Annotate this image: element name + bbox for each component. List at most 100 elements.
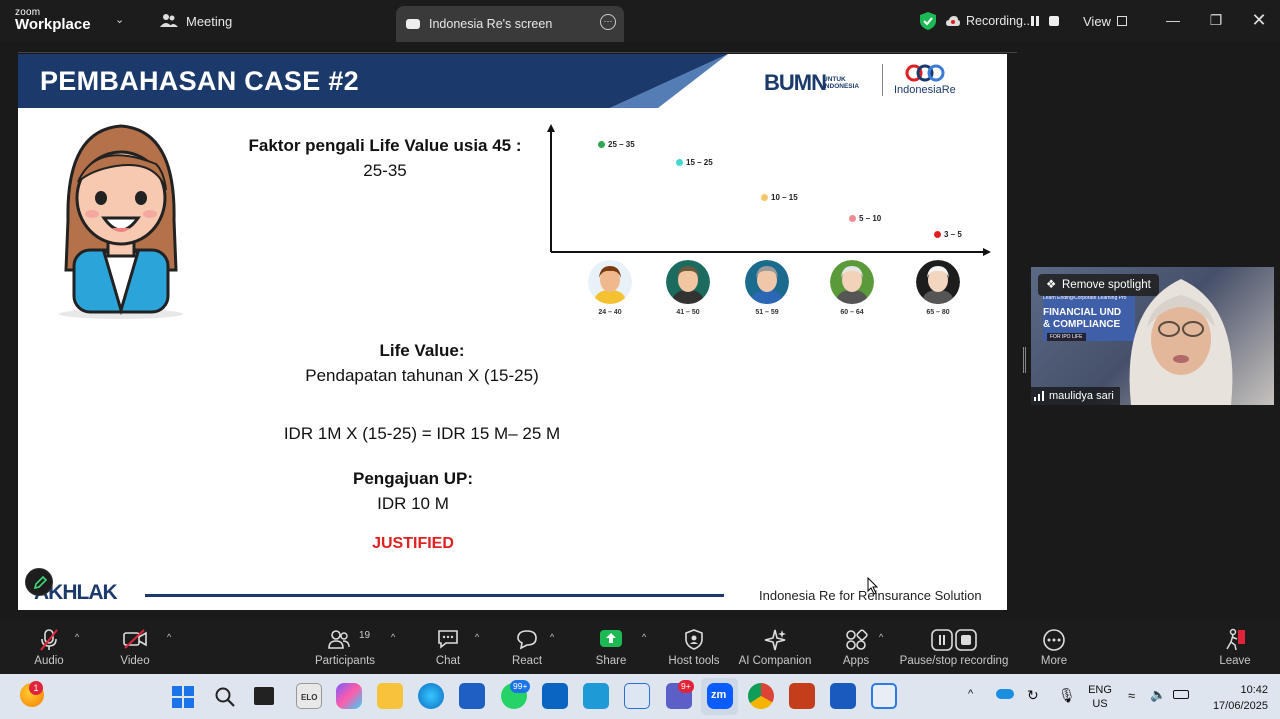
react-label: React bbox=[511, 655, 543, 667]
minimize-button[interactable]: — bbox=[1160, 8, 1186, 32]
annotate-button[interactable] bbox=[25, 568, 53, 596]
word-icon[interactable] bbox=[830, 683, 856, 709]
audio-options-chevron-icon[interactable]: ^ bbox=[75, 632, 79, 642]
host-tools-button[interactable]: Host tools bbox=[666, 620, 722, 674]
clock[interactable]: 10:42 17/06/2025 bbox=[1200, 682, 1268, 714]
mouse-cursor-icon bbox=[867, 577, 879, 595]
pause-stop-recording-button[interactable]: Pause/stop recording bbox=[898, 620, 1010, 674]
bumn-logo-sub: UNTUK INDONESIA bbox=[823, 76, 860, 90]
pen-tool-app-icon[interactable] bbox=[624, 683, 650, 709]
react-icon bbox=[517, 630, 537, 650]
indonesiare-logo-icon bbox=[905, 64, 945, 82]
zoom-logo: Workplace bbox=[15, 16, 91, 33]
powerpoint-icon[interactable] bbox=[789, 683, 815, 709]
pause-icon bbox=[1036, 16, 1039, 26]
recording-status[interactable]: Recording... bbox=[946, 0, 1033, 42]
video-button[interactable]: Video bbox=[112, 620, 158, 674]
view-button[interactable]: View bbox=[1083, 0, 1127, 42]
close-button[interactable]: ✕ bbox=[1246, 8, 1272, 32]
pengajuan-value: IDR 10 M bbox=[377, 494, 449, 513]
ai-companion-button[interactable]: AI Companion bbox=[737, 620, 813, 674]
chat-button[interactable]: Chat bbox=[428, 620, 468, 674]
chart-point bbox=[849, 215, 856, 222]
more-icon bbox=[1043, 629, 1065, 651]
share-button[interactable]: Share bbox=[591, 620, 631, 674]
app-menu-chevron-icon[interactable]: ⌄ bbox=[115, 13, 124, 26]
share-options-chevron-icon[interactable]: ^ bbox=[642, 632, 646, 642]
chat-icon bbox=[438, 630, 458, 649]
share-screen-icon bbox=[600, 630, 622, 647]
host-shield-icon bbox=[685, 629, 703, 650]
snipping-tool-icon[interactable] bbox=[871, 683, 897, 709]
age-group-label: 24 – 40 bbox=[598, 309, 622, 316]
life-value-formula: Pendapatan tahunan X (15-25) bbox=[305, 366, 539, 385]
onedrive-icon[interactable] bbox=[996, 689, 1014, 699]
video-bg-title1: FINANCIAL UND bbox=[1043, 307, 1122, 318]
tray-overflow-chevron-icon[interactable]: ^ bbox=[968, 688, 973, 700]
windows-start-icon[interactable] bbox=[171, 685, 195, 709]
host-tools-label: Host tools bbox=[668, 655, 720, 667]
shared-screen-tab[interactable]: Indonesia Re's screen ··· bbox=[396, 6, 624, 42]
participants-button[interactable]: 19 Participants bbox=[312, 620, 378, 674]
stop-icon bbox=[1049, 16, 1059, 26]
restore-button[interactable]: ❐ bbox=[1203, 8, 1229, 32]
apps-options-chevron-icon[interactable]: ^ bbox=[879, 632, 883, 642]
chat-options-chevron-icon[interactable]: ^ bbox=[475, 632, 479, 642]
leave-button[interactable]: Leave bbox=[1215, 620, 1255, 674]
remove-spotlight-button[interactable]: ❖ Remove spotlight bbox=[1038, 274, 1159, 296]
wifi-icon[interactable]: ≈ bbox=[1128, 688, 1135, 703]
language-indicator[interactable]: ENG US bbox=[1087, 683, 1113, 711]
battery-icon[interactable] bbox=[1173, 690, 1189, 699]
elo-app-icon[interactable]: ELO bbox=[296, 683, 322, 709]
calculator-app-icon[interactable] bbox=[583, 683, 609, 709]
signal-icon bbox=[1034, 391, 1046, 401]
meeting-tab[interactable]: Meeting bbox=[160, 0, 232, 42]
task-view-icon[interactable] bbox=[254, 687, 274, 705]
footer-line bbox=[145, 594, 724, 597]
zoom-taskbar-icon[interactable]: zm bbox=[707, 683, 733, 709]
video-bg-title2: & COMPLIANCE bbox=[1043, 319, 1121, 330]
participants-options-chevron-icon[interactable]: ^ bbox=[391, 632, 395, 642]
edge-browser-icon[interactable] bbox=[418, 683, 444, 709]
logo-divider bbox=[882, 64, 883, 96]
volume-icon[interactable]: 🔈 bbox=[1150, 687, 1166, 703]
sync-icon[interactable]: ↻ bbox=[1027, 687, 1039, 704]
file-explorer-icon[interactable] bbox=[377, 683, 403, 709]
cloud-record-icon bbox=[946, 16, 960, 26]
stop-recording-button[interactable] bbox=[1049, 0, 1059, 42]
more-options-icon[interactable]: ··· bbox=[600, 14, 616, 30]
audio-label: Audio bbox=[34, 655, 64, 667]
pause-recording-button[interactable] bbox=[1031, 0, 1039, 42]
panel-resize-handle[interactable] bbox=[1023, 347, 1026, 373]
security-indicator[interactable] bbox=[920, 0, 936, 42]
slide-title: PEMBAHASAN CASE #2 bbox=[40, 66, 359, 96]
life-value-heading: Life Value: bbox=[379, 341, 465, 360]
screen-share-icon bbox=[406, 19, 420, 29]
chart-point-label: 15 – 25 bbox=[686, 158, 713, 167]
outlook-icon[interactable] bbox=[542, 683, 568, 709]
react-options-chevron-icon[interactable]: ^ bbox=[550, 632, 554, 642]
weather-badge: 1 bbox=[29, 681, 43, 695]
chart-point-label: 5 – 10 bbox=[859, 214, 882, 223]
age-group-label: 51 – 59 bbox=[755, 309, 779, 316]
audio-button[interactable]: Audio bbox=[26, 620, 72, 674]
chart-point-label: 10 – 15 bbox=[771, 193, 798, 202]
copilot-icon[interactable] bbox=[336, 683, 362, 709]
react-button[interactable]: React bbox=[507, 620, 547, 674]
microphone-tray-icon[interactable]: 🎙 bbox=[1058, 687, 1076, 704]
chart-point-label: 3 – 5 bbox=[944, 230, 962, 239]
ai-sparkle-icon bbox=[764, 629, 786, 651]
chrome-icon[interactable] bbox=[748, 683, 774, 709]
age-group-face-icon bbox=[588, 260, 632, 304]
video-options-chevron-icon[interactable]: ^ bbox=[167, 632, 171, 642]
pen-icon bbox=[33, 575, 48, 590]
more-button[interactable]: More bbox=[1034, 620, 1074, 674]
age-group-label: 41 – 50 bbox=[676, 309, 700, 316]
spotlight-video[interactable]: Learn Ending/Corporate Learning Pro FINA… bbox=[1031, 267, 1274, 405]
title-bar: zoom Workplace ⌄ Meeting Indonesia Re's … bbox=[0, 0, 1280, 42]
share-label: Share bbox=[595, 655, 627, 667]
search-icon[interactable] bbox=[214, 686, 236, 708]
apps-button[interactable]: Apps bbox=[836, 620, 876, 674]
indonesiare-logo-text: IndonesiaRe bbox=[894, 84, 956, 96]
microsoft-store-icon[interactable] bbox=[459, 683, 485, 709]
